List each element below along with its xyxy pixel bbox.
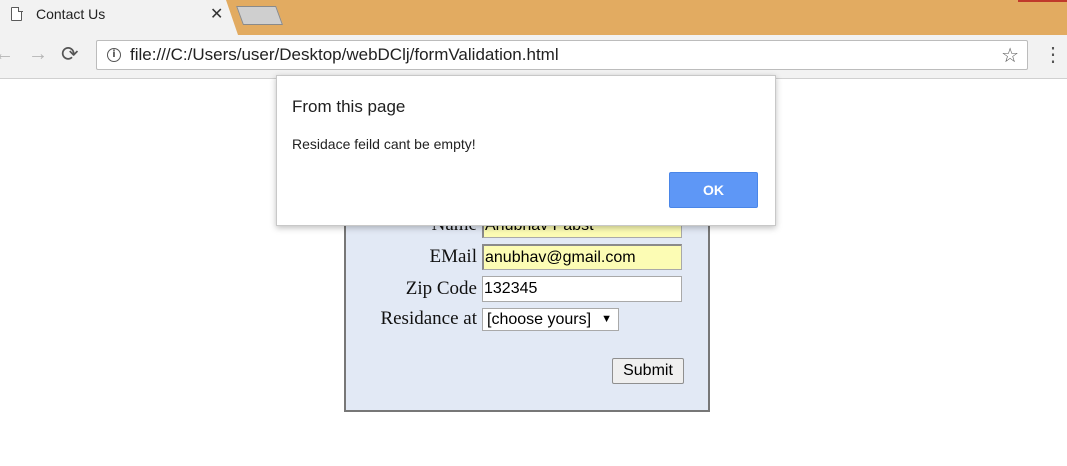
zip-label: Zip Code [405,278,477,299]
bookmark-star-icon[interactable]: ☆ [1001,43,1019,68]
new-tab-button[interactable] [236,6,283,25]
dialog-title: From this page [292,97,406,116]
url-text[interactable]: file:///C:/Users/user/Desktop/webDClj/fo… [130,45,559,65]
browser-tab[interactable]: Contact Us ✕ [0,0,238,35]
residence-label: Residance at [380,308,477,329]
contact-form: Name Anubhav Pabst EMail anubhav@gmail.c… [344,210,710,412]
info-icon[interactable]: i [107,48,121,62]
back-arrow-icon[interactable]: ← [0,43,14,66]
window-close-edge [1018,0,1067,2]
address-bar[interactable]: i file:///C:/Users/user/Desktop/webDClj/… [96,40,1028,70]
residence-selected-value: [choose yours] [487,311,592,328]
zip-field[interactable]: 132345 [482,276,682,302]
reload-icon[interactable]: ⟳ [61,42,79,67]
alert-dialog: From this page Residace feild cant be em… [276,75,776,226]
submit-button[interactable]: Submit [612,358,684,384]
dropdown-arrow-icon: ▼ [601,313,612,325]
dialog-message: Residace feild cant be empty! [292,136,476,152]
ok-button[interactable]: OK [669,172,758,208]
email-label: EMail [429,246,478,267]
residence-select[interactable]: [choose yours] ▼ [482,308,619,331]
document-icon [11,6,23,21]
browser-toolbar: ← → ⟳ i file:///C:/Users/user/Desktop/we… [0,35,1067,79]
menu-icon[interactable]: ⋮ [1043,42,1063,67]
email-field[interactable]: anubhav@gmail.com [482,244,682,270]
forward-arrow-icon[interactable]: → [28,43,48,66]
title-bar: Contact Us ✕ [0,0,1067,35]
tab-title: Contact Us [36,6,106,22]
close-icon[interactable]: ✕ [210,4,223,24]
